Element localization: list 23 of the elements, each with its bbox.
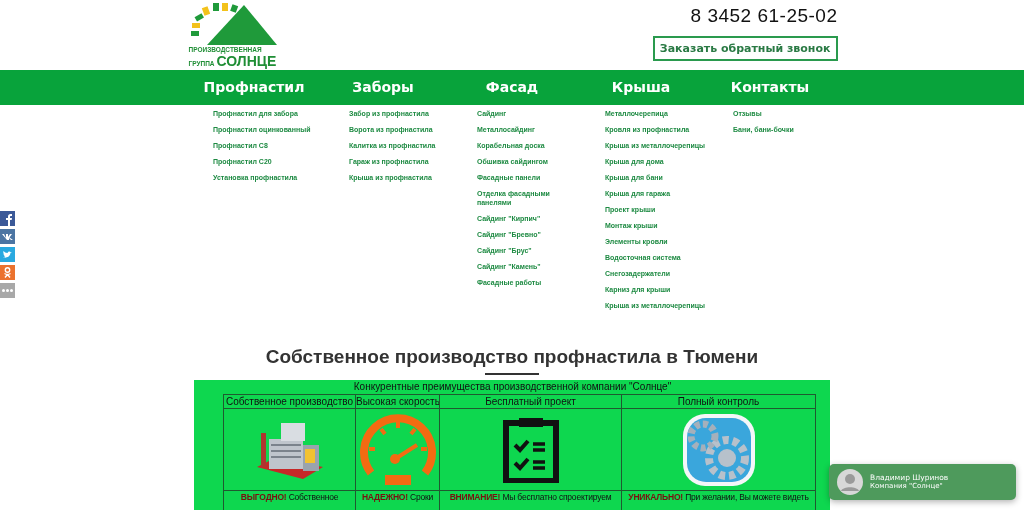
advantages-title: Конкурентные преимущества производственной компании "Солнце" — [352, 380, 673, 394]
sun-roof-logo-icon — [188, 1, 277, 45]
speedometer-icon — [358, 412, 437, 487]
twitter-icon[interactable] — [0, 247, 15, 262]
phone-number: 8 3452 61-25-02 — [690, 5, 838, 27]
callback-button[interactable]: Заказать обратный звонок — [652, 36, 838, 61]
nav-link[interactable]: Крыша — [611, 70, 671, 105]
nav-link[interactable]: Контакты — [730, 70, 810, 105]
nav-link[interactable]: Фасад — [485, 70, 539, 105]
nav-link[interactable]: Заборы — [352, 70, 414, 105]
checklist-icon — [502, 416, 559, 483]
nav-link[interactable]: Профнастил — [203, 70, 305, 105]
table-header: Полный контроль — [621, 394, 816, 409]
table-header: Собственное производство — [223, 394, 356, 409]
more-icon[interactable] — [0, 283, 15, 298]
table-header: Бесплатный проект — [439, 394, 622, 409]
avatar-icon — [837, 469, 863, 495]
section-heading: Собственное производство профнастила в Тюмени — [264, 346, 760, 368]
odnoklassniki-icon[interactable] — [0, 265, 15, 280]
gears-app-icon — [680, 411, 757, 488]
facebook-icon[interactable] — [0, 211, 15, 226]
advantage-text: ВЫГОДНО! Собственное — [223, 490, 356, 510]
vk-icon[interactable] — [0, 229, 15, 244]
